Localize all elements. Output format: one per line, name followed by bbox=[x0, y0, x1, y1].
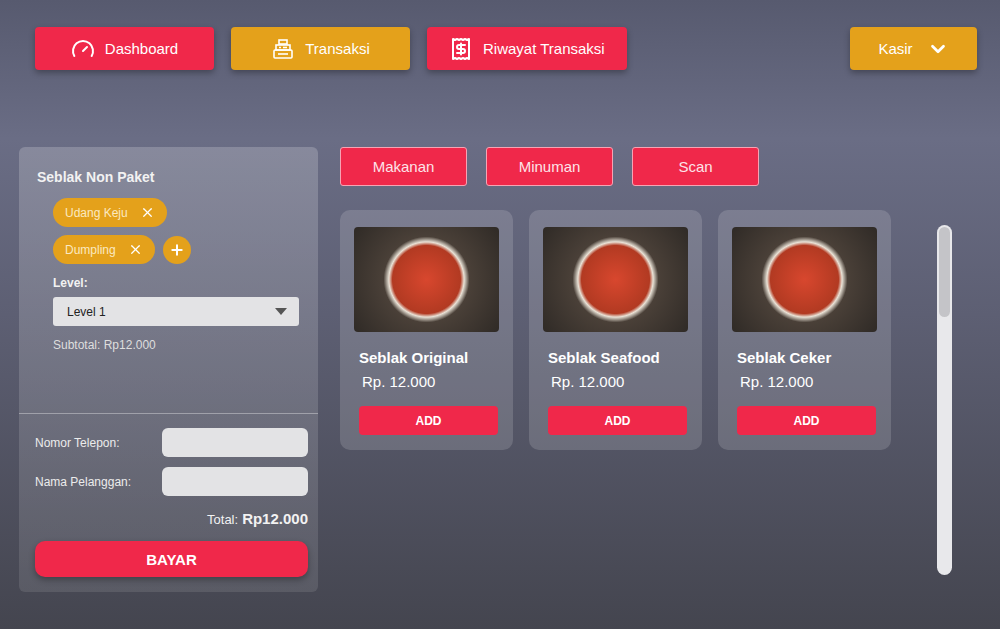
product-card: Seblak Seafood Rp. 12.000 ADD bbox=[529, 210, 702, 450]
close-icon bbox=[128, 242, 143, 257]
product-photo bbox=[732, 227, 877, 332]
user-menu-label: Kasir bbox=[878, 40, 912, 57]
topping-row: Dumpling bbox=[53, 235, 191, 264]
main-body: Seblak Non Paket Udang Keju Dumpling Level:… bbox=[0, 147, 1000, 592]
level-label: Level: bbox=[37, 276, 300, 290]
text-input[interactable] bbox=[162, 467, 308, 496]
field-row: Nama Pelanggan: bbox=[35, 467, 308, 496]
field-label: Nama Pelanggan: bbox=[35, 475, 131, 489]
category-button[interactable]: Minuman bbox=[486, 147, 613, 186]
divider bbox=[19, 413, 318, 414]
pos-page: Dashboard Transaksi Riwayat Transaksi Kasir… bbox=[0, 0, 1000, 629]
remove-topping-button[interactable] bbox=[128, 242, 143, 257]
order-panel: Seblak Non Paket Udang Keju Dumpling Level:… bbox=[19, 147, 318, 592]
total-value: Rp12.000 bbox=[242, 510, 308, 527]
category-row: Makanan Minuman Scan bbox=[340, 147, 952, 186]
scrollbar-thumb[interactable] bbox=[939, 227, 950, 317]
gauge-icon bbox=[71, 37, 95, 61]
field-label: Nomor Telepon: bbox=[35, 436, 120, 450]
topping-chip: Udang Keju bbox=[53, 198, 167, 227]
category-button[interactable]: Scan bbox=[632, 147, 759, 186]
dropdown-arrow-icon bbox=[275, 308, 287, 315]
level-select[interactable]: Level 1 bbox=[53, 297, 299, 326]
product-photo bbox=[543, 227, 688, 332]
nav-button[interactable]: Riwayat Transaksi bbox=[427, 27, 627, 70]
close-icon bbox=[140, 205, 155, 220]
add-button[interactable]: ADD bbox=[737, 406, 876, 435]
topping-list: Udang Keju Dumpling bbox=[37, 198, 300, 264]
top-bar: Dashboard Transaksi Riwayat Transaksi Kasir bbox=[0, 0, 1000, 70]
level-value: Level 1 bbox=[67, 305, 106, 319]
menu-area: Makanan Minuman Scan Seblak Original Rp. 12.… bbox=[340, 147, 952, 592]
total-label: Total: bbox=[207, 512, 238, 527]
remove-topping-button[interactable] bbox=[140, 205, 155, 220]
nav-button[interactable]: Transaksi bbox=[231, 27, 410, 70]
topping-label: Dumpling bbox=[65, 243, 116, 257]
nav-label: Riwayat Transaksi bbox=[483, 40, 605, 57]
chevron-down-icon bbox=[927, 38, 949, 60]
scrollbar[interactable] bbox=[937, 225, 952, 575]
pay-button[interactable]: BAYAR bbox=[35, 541, 308, 577]
product-name: Seblak Ceker bbox=[732, 349, 877, 366]
content-row: Seblak OriginalRp. 12.000ADDSeblak Seafo… bbox=[340, 210, 952, 575]
order-section: Seblak Non Paket Udang Keju Dumpling Level:… bbox=[19, 147, 318, 413]
nav-label: Dashboard bbox=[105, 40, 178, 57]
text-input[interactable] bbox=[162, 428, 308, 457]
product-card: Seblak Ceker Rp. 12.000 ADD bbox=[718, 210, 891, 450]
product-photo bbox=[354, 227, 499, 332]
product-name: Seblak Seafood bbox=[543, 349, 688, 366]
total-row: Total: Rp12.000 bbox=[35, 510, 308, 527]
add-button[interactable]: ADD bbox=[548, 406, 687, 435]
nav-label: Transaksi bbox=[305, 40, 369, 57]
category-button[interactable]: Makanan bbox=[340, 147, 467, 186]
user-menu-button[interactable]: Kasir bbox=[850, 27, 977, 70]
field-row: Nomor Telepon: bbox=[35, 428, 308, 457]
product-price: Rp. 12.000 bbox=[732, 373, 877, 390]
receipt-icon bbox=[449, 37, 473, 61]
product-name: Seblak Original bbox=[354, 349, 499, 366]
customer-section: Nomor Telepon: Nama Pelanggan: Total: Rp12.… bbox=[19, 414, 318, 587]
topping-row: Udang Keju bbox=[53, 198, 167, 227]
add-topping-button[interactable] bbox=[163, 236, 191, 264]
cash-register-icon bbox=[271, 37, 295, 61]
order-title: Seblak Non Paket bbox=[37, 169, 300, 185]
plus-icon bbox=[169, 240, 185, 260]
add-button[interactable]: ADD bbox=[359, 406, 498, 435]
product-card: Seblak Original Rp. 12.000 ADD bbox=[340, 210, 513, 450]
product-price: Rp. 12.000 bbox=[543, 373, 688, 390]
product-price: Rp. 12.000 bbox=[354, 373, 499, 390]
topping-label: Udang Keju bbox=[65, 206, 128, 220]
subtotal: Subtotal: Rp12.000 bbox=[37, 338, 300, 352]
nav-button[interactable]: Dashboard bbox=[35, 27, 214, 70]
product-grid: Seblak OriginalRp. 12.000ADDSeblak Seafo… bbox=[340, 210, 891, 575]
topping-chip: Dumpling bbox=[53, 235, 155, 264]
